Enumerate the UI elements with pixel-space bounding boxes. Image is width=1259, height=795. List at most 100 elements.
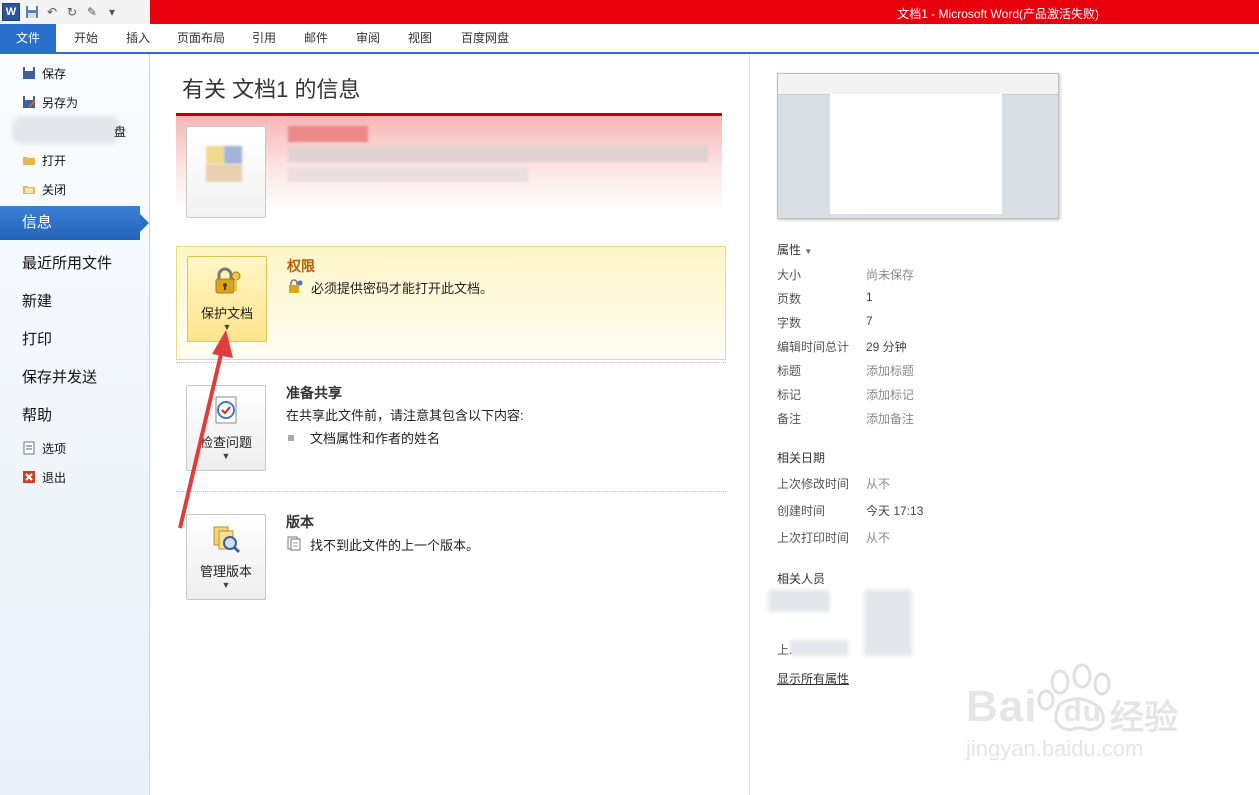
nav-save-label: 保存 (42, 66, 67, 81)
tab-review[interactable]: 审阅 (346, 24, 390, 52)
properties-heading[interactable]: 属性 ▼ (777, 241, 812, 258)
customize-icon[interactable]: ▾ (104, 4, 120, 20)
nav-print[interactable]: 打印 (22, 328, 52, 349)
prop-words-label: 字数 (777, 316, 802, 330)
watermark-url: jingyan.baidu.com (966, 736, 1144, 761)
versions-section: 管理版本 ▼ 版本 找不到此文件的上一个版本。 (176, 500, 724, 610)
save-as-icon (22, 95, 36, 109)
obscured-editor-prefix: 上. (777, 643, 793, 657)
thumbnail-ribbon (778, 74, 1058, 95)
nav-open[interactable]: 打开 (22, 149, 66, 171)
tab-baidu-netdisk[interactable]: 百度网盘 (452, 24, 518, 52)
section-divider (176, 362, 726, 363)
quick-access-toolbar: W ↶ ↻ ✎ ▾ (0, 0, 150, 24)
nav-options-label: 选项 (42, 441, 67, 456)
permissions-text: 必须提供密码才能打开此文档。 (311, 281, 494, 296)
versions-description: 找不到此文件的上一个版本。 (286, 535, 479, 554)
bullet-text: 文档属性和作者的姓名 (310, 431, 441, 446)
obscured-pixel (288, 126, 368, 142)
obscured-pixel (288, 168, 528, 182)
created-label: 创建时间 (777, 504, 826, 518)
tab-view[interactable]: 视图 (398, 24, 442, 52)
lock-small-icon (287, 278, 303, 297)
chevron-down-icon: ▼ (221, 580, 231, 590)
baidu-watermark: Bai du 经验 jingyan.baidu.com (960, 660, 1200, 770)
nav-close-label: 关闭 (42, 182, 67, 197)
panel-divider (749, 54, 750, 795)
nav-save-as[interactable]: 另存为 (22, 91, 78, 113)
prepare-sharing-section: 检查问题 ▼ 准备共享 在共享此文件前，请注意其包含以下内容: 文档属性和作者的… (176, 372, 724, 482)
nav-save-as-label: 另存为 (42, 95, 79, 110)
nav-exit-label: 退出 (42, 470, 67, 485)
prop-tags-input[interactable]: 添加标记 (866, 386, 914, 403)
versions-title: 版本 (286, 514, 314, 530)
folder-open-icon (22, 153, 36, 167)
prop-pages-label: 页数 (777, 292, 802, 306)
word-logo-icon[interactable]: W (2, 3, 20, 21)
document-card-obscured (176, 113, 722, 218)
nav-options[interactable]: 选项 (22, 437, 66, 459)
created-value: 今天 17:13 (866, 504, 924, 518)
save-icon (22, 66, 36, 80)
permissions-title: 权限 (287, 258, 315, 274)
prop-title-input[interactable]: 添加标题 (866, 362, 914, 379)
last-modified-value: 从不 (866, 477, 891, 491)
last-printed-label: 上次打印时间 (777, 531, 850, 545)
lock-key-icon (210, 265, 244, 299)
document-thumbnail[interactable] (777, 73, 1059, 219)
obscured-pixel (224, 146, 242, 164)
last-printed-value: 从不 (866, 531, 891, 545)
watermark-cn: 经验 (1110, 699, 1178, 737)
prop-tags-label: 标记 (777, 388, 802, 402)
undo-icon[interactable]: ↶ (44, 4, 60, 20)
prepare-sharing-bullet: 文档属性和作者的姓名 (288, 428, 440, 447)
redo-icon[interactable]: ↻ (64, 4, 80, 20)
tab-file[interactable]: 文件 (0, 24, 56, 52)
nav-new[interactable]: 新建 (22, 290, 52, 311)
save-icon[interactable] (24, 4, 40, 20)
nav-save[interactable]: 保存 (22, 62, 66, 84)
tab-page-layout[interactable]: 页面布局 (168, 24, 234, 52)
annotation-arrow (178, 330, 233, 529)
prop-edit-time-value: 29 分钟 (866, 340, 907, 354)
nav-save-send[interactable]: 保存并发送 (22, 366, 97, 387)
prop-size-label: 大小 (777, 268, 802, 282)
obscured-pixel (206, 146, 224, 164)
folder-close-icon (22, 182, 36, 196)
watermark-brand-b: du (1063, 695, 1103, 728)
page-title: 有关 文档1 的信息 (182, 77, 361, 102)
obscured-nav-item (12, 116, 120, 144)
prepare-sharing-title: 准备共享 (286, 385, 342, 401)
prop-comments-input[interactable]: 添加备注 (866, 410, 914, 427)
prop-comments-label: 备注 (777, 412, 802, 426)
tab-mailings[interactable]: 邮件 (294, 24, 338, 52)
nav-close[interactable]: 关闭 (22, 178, 66, 200)
related-dates-heading: 相关日期 (777, 451, 826, 465)
tab-home[interactable]: 开始 (64, 24, 108, 52)
nav-info[interactable]: 信息 (0, 206, 149, 240)
properties-heading-label: 属性 (777, 243, 802, 257)
window-title: 文档1 - Microsoft Word(产品激活失败) (897, 7, 1099, 21)
prop-title-label: 标题 (777, 364, 802, 378)
spelling-icon[interactable]: ✎ (84, 4, 100, 20)
prop-pages-value: 1 (866, 290, 873, 304)
show-all-properties-link[interactable]: 显示所有属性 (777, 670, 849, 687)
nav-open-label: 打开 (42, 153, 67, 168)
nav-exit[interactable]: 退出 (22, 466, 66, 488)
obscured-avatar (864, 590, 912, 656)
obscured-editor (790, 640, 848, 656)
thumbnail-page (830, 94, 1002, 214)
prepare-sharing-description: 在共享此文件前，请注意其包含以下内容: (286, 408, 524, 423)
nav-obscured-suffix[interactable]: 盘 (114, 120, 126, 142)
watermark-brand-a: Bai (966, 682, 1038, 731)
bullet-icon (288, 434, 294, 441)
nav-help[interactable]: 帮助 (22, 404, 52, 425)
last-modified-label: 上次修改时间 (777, 477, 850, 491)
tab-insert[interactable]: 插入 (116, 24, 160, 52)
ribbon-tabs: 文件 开始 插入 页面布局 引用 邮件 审阅 视图 百度网盘 (0, 24, 1259, 54)
nav-recent[interactable]: 最近所用文件 (22, 252, 112, 273)
section-divider (176, 491, 726, 492)
prop-words-value: 7 (866, 314, 873, 328)
options-icon (22, 441, 36, 455)
tab-references[interactable]: 引用 (242, 24, 286, 52)
